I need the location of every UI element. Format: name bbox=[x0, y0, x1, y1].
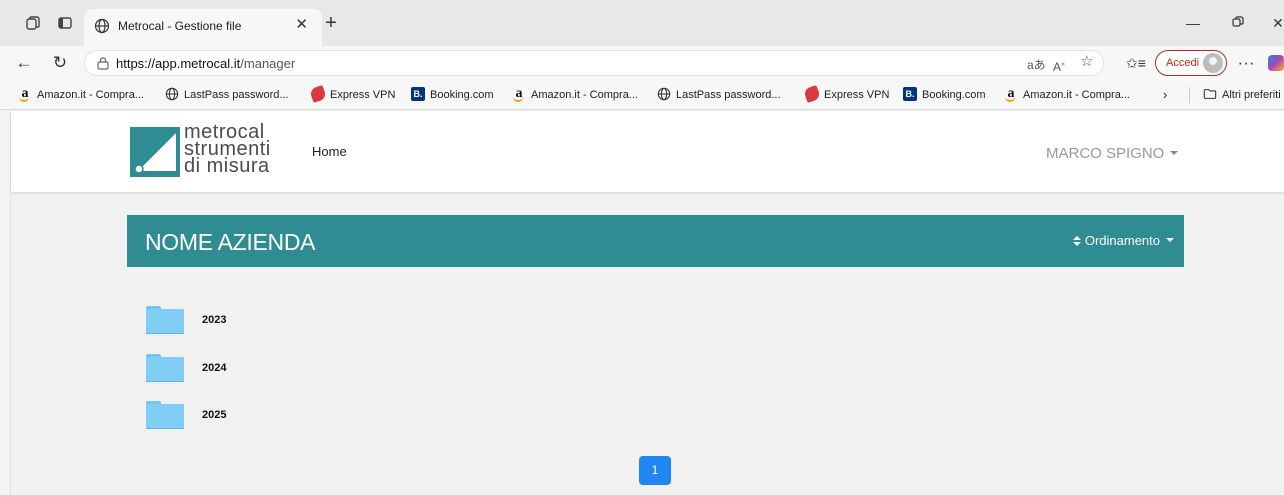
url-domain: https://app.metrocal.it bbox=[116, 56, 241, 71]
bookmark-item[interactable]: a Amazon.it - Compra... bbox=[1004, 87, 1130, 103]
user-name: MARCO SPIGNO bbox=[1046, 145, 1165, 162]
tab-actions-icon[interactable] bbox=[56, 15, 74, 33]
browser-tab-active[interactable]: Metrocal - Gestione file ✕ bbox=[84, 9, 322, 46]
web-page: metrocal strumenti di misura Home MARCO … bbox=[10, 111, 1284, 495]
globe-icon bbox=[657, 87, 671, 101]
favorite-star-icon[interactable]: ☆ bbox=[1080, 54, 1093, 69]
logo-mark-icon bbox=[130, 127, 180, 177]
booking-icon: B. bbox=[411, 87, 425, 102]
bookmark-item[interactable]: Express VPN bbox=[309, 85, 396, 104]
other-favorites-label: Altri preferiti bbox=[1222, 89, 1281, 101]
sign-in-button[interactable]: Accedi bbox=[1155, 50, 1227, 76]
sort-dropdown[interactable]: Ordinamento bbox=[1072, 233, 1174, 248]
sort-icon bbox=[1072, 236, 1081, 246]
amazon-icon: a bbox=[512, 87, 526, 103]
bookmark-item[interactable]: Express VPN bbox=[803, 85, 890, 104]
more-options-icon[interactable]: ··· bbox=[1236, 53, 1256, 73]
amazon-icon: a bbox=[1004, 87, 1018, 103]
bookmark-item[interactable]: B. Booking.com bbox=[411, 87, 494, 103]
bookmark-label: Booking.com bbox=[430, 89, 494, 101]
nav-home-link[interactable]: Home bbox=[312, 144, 347, 159]
amazon-icon: a bbox=[18, 87, 32, 103]
workspaces-icon[interactable] bbox=[24, 15, 42, 33]
close-window-icon[interactable]: ✕ bbox=[1268, 15, 1284, 31]
pagination-page-button[interactable]: 1 bbox=[639, 456, 671, 485]
folder-icon bbox=[146, 306, 184, 334]
folder-name: 2025 bbox=[202, 409, 227, 421]
caret-down-icon bbox=[1166, 238, 1174, 242]
restore-icon[interactable] bbox=[1228, 15, 1248, 31]
bookmark-separator bbox=[1189, 87, 1190, 103]
company-title: NOME AZIENDA bbox=[145, 229, 316, 255]
other-favorites-folder[interactable]: Altri preferiti bbox=[1203, 87, 1281, 103]
bookmarks-bar: a Amazon.it - Compra... LastPass password… bbox=[0, 80, 1284, 110]
expressvpn-icon bbox=[803, 85, 821, 104]
favorites-icon[interactable]: ✩≡ bbox=[1126, 53, 1146, 73]
read-aloud-icon[interactable]: A» bbox=[1053, 58, 1065, 74]
address-bar-row: ← ↻ https://app.metrocal.it/manager aあ A… bbox=[0, 46, 1284, 80]
copilot-icon[interactable] bbox=[1268, 55, 1284, 71]
folder-item[interactable]: 2024 bbox=[146, 354, 296, 384]
profile-avatar-icon bbox=[1203, 53, 1223, 73]
globe-icon bbox=[165, 87, 179, 101]
folder-name: 2023 bbox=[202, 314, 227, 326]
folder-item[interactable]: 2025 bbox=[146, 401, 296, 431]
logo-line-3: di misura bbox=[184, 155, 270, 177]
back-icon[interactable]: ← bbox=[14, 53, 34, 73]
tab-strip: Metrocal - Gestione file ✕ + — ✕ bbox=[0, 0, 1284, 46]
bookmark-label: LastPass password... bbox=[184, 89, 289, 101]
logo-text: metrocal strumenti di misura bbox=[184, 122, 271, 177]
metrocal-logo[interactable]: metrocal strumenti di misura bbox=[130, 122, 290, 180]
bookmark-label: LastPass password... bbox=[676, 89, 781, 101]
chevron-right-icon[interactable]: › bbox=[1163, 87, 1167, 103]
bookmark-label: Amazon.it - Compra... bbox=[37, 89, 144, 101]
bookmark-item[interactable]: LastPass password... bbox=[657, 87, 781, 103]
minimize-icon[interactable]: — bbox=[1183, 15, 1203, 31]
expressvpn-icon bbox=[309, 85, 327, 104]
sign-in-label: Accedi bbox=[1166, 57, 1200, 69]
bookmark-label: Booking.com bbox=[922, 89, 986, 101]
bookmark-label: Express VPN bbox=[824, 89, 890, 101]
folder-icon bbox=[146, 354, 184, 382]
company-header-bar: NOME AZIENDA Ordinamento bbox=[127, 215, 1184, 267]
bookmark-item[interactable]: a Amazon.it - Compra... bbox=[18, 87, 144, 103]
site-navbar: metrocal strumenti di misura Home MARCO … bbox=[11, 111, 1284, 192]
tab-title: Metrocal - Gestione file bbox=[118, 19, 242, 33]
booking-icon: B. bbox=[903, 87, 917, 102]
folder-icon bbox=[1203, 89, 1217, 99]
close-tab-icon[interactable]: ✕ bbox=[295, 17, 308, 33]
bookmark-label: Amazon.it - Compra... bbox=[531, 89, 638, 101]
sort-label: Ordinamento bbox=[1084, 233, 1160, 248]
bookmark-item[interactable]: a Amazon.it - Compra... bbox=[512, 87, 638, 103]
caret-down-icon bbox=[1170, 151, 1179, 155]
bookmark-label: Express VPN bbox=[330, 89, 396, 101]
url-input[interactable]: https://app.metrocal.it/manager aあ A» ☆ bbox=[84, 50, 1104, 76]
lock-icon bbox=[97, 57, 109, 70]
translate-icon[interactable]: aあ bbox=[1027, 58, 1046, 72]
folder-icon bbox=[146, 401, 184, 429]
user-menu-dropdown[interactable]: MARCO SPIGNO bbox=[1046, 145, 1179, 162]
url-text: https://app.metrocal.it/manager bbox=[116, 56, 295, 71]
bookmark-label: Amazon.it - Compra... bbox=[1023, 89, 1130, 101]
refresh-icon[interactable]: ↻ bbox=[50, 53, 70, 73]
globe-icon bbox=[94, 18, 110, 34]
bookmark-item[interactable]: B. Booking.com bbox=[903, 87, 986, 103]
folder-item[interactable]: 2023 bbox=[146, 306, 296, 336]
url-path: /manager bbox=[240, 56, 296, 71]
bookmark-item[interactable]: LastPass password... bbox=[165, 87, 289, 103]
folder-name: 2024 bbox=[202, 362, 227, 374]
new-tab-icon[interactable]: + bbox=[322, 13, 340, 33]
